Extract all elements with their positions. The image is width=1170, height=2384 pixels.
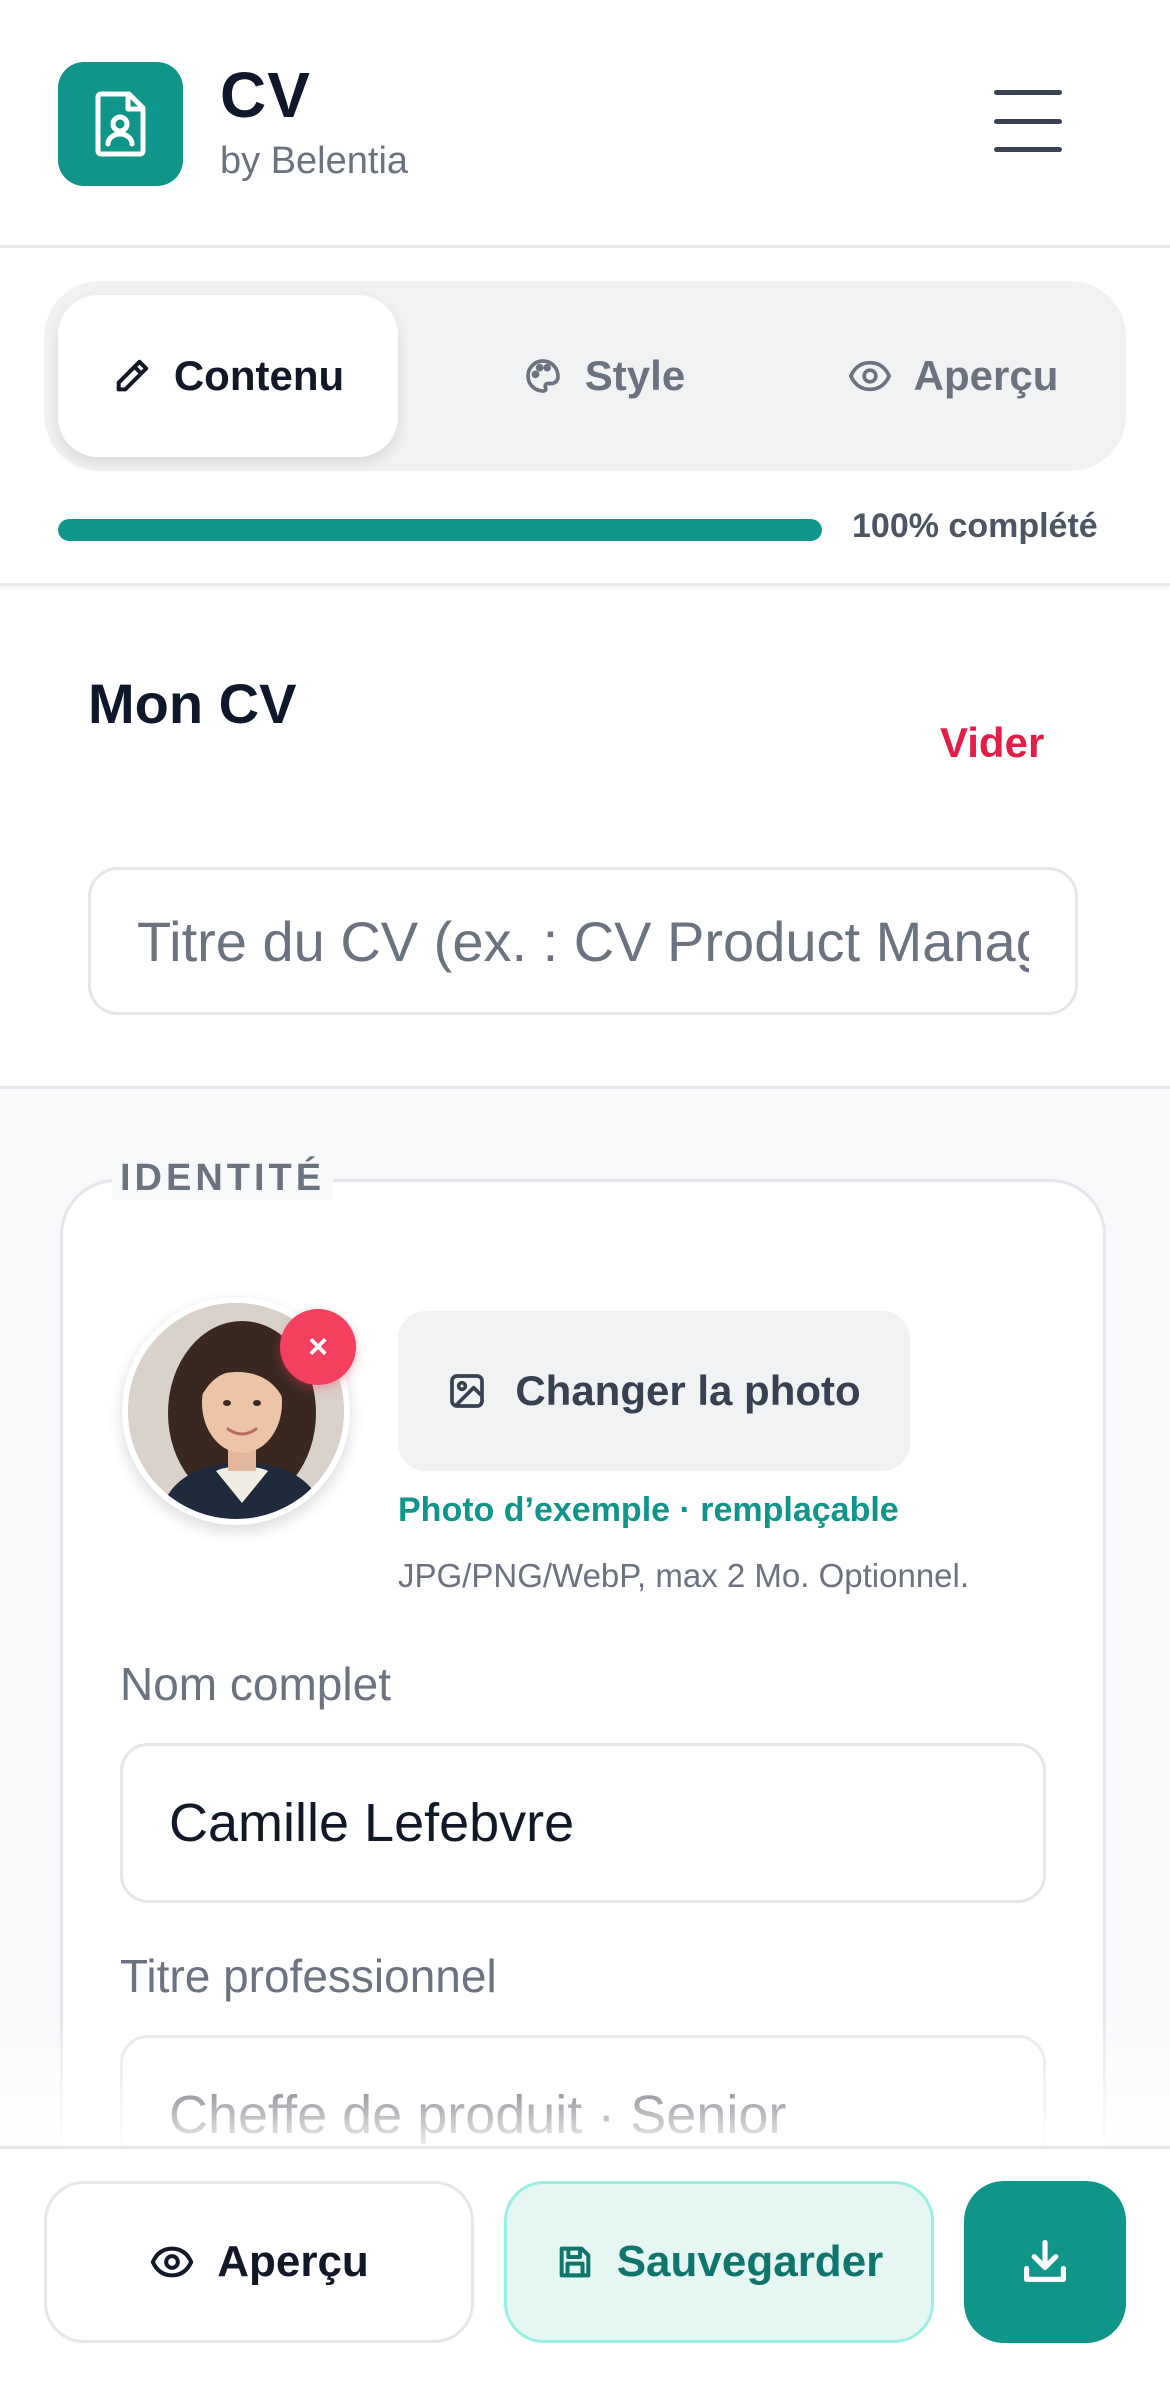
tab-label: Aperçu [913, 352, 1059, 399]
app-logo[interactable] [58, 62, 183, 186]
change-photo-label: Changer la photo [515, 1367, 861, 1414]
identity-section-label: IDENTITÉ [112, 1157, 334, 1200]
progress-bar [58, 519, 822, 541]
preview-button[interactable]: Aperçu [44, 2181, 474, 2343]
editor-content[interactable]: Mon CV Vider IDENTITÉ × Changer la photo… [0, 589, 1170, 2149]
cv-title-input[interactable] [88, 867, 1078, 1015]
editor-toolbar: Contenu Style Aperçu 100% complété [0, 251, 1170, 586]
save-icon [559, 2246, 591, 2278]
clear-button[interactable]: Vider [940, 719, 1044, 767]
image-icon [450, 1374, 485, 1408]
download-button[interactable] [964, 2181, 1126, 2343]
save-button-label: Sauvegarder [616, 2237, 884, 2286]
app-subtitle: by Belentia [220, 140, 409, 182]
document-person-icon [95, 91, 145, 157]
full-name-label: Nom complet [120, 1658, 391, 1710]
tab-contenu[interactable]: Contenu [58, 295, 398, 457]
tab-style[interactable]: Style [434, 295, 774, 457]
progress-label: 100% complété [852, 507, 1098, 545]
pencil-icon [116, 359, 149, 392]
hamburger-menu-icon[interactable] [986, 90, 1070, 152]
section-title: Mon CV [88, 672, 297, 735]
cv-panel: Mon CV Vider [0, 589, 1170, 1089]
photo-hint: JPG/PNG/WebP, max 2 Mo. Optionnel. [398, 1557, 970, 1594]
tab-apercu[interactable]: Aperçu [788, 295, 1118, 457]
tab-label: Style [584, 352, 686, 399]
job-title-label: Titre professionnel [120, 1950, 497, 2002]
palette-icon [526, 359, 560, 393]
eye-icon [848, 360, 891, 392]
photo-note: Photo d’exemple · remplaçable [398, 1491, 899, 1529]
progress-fill [58, 519, 822, 541]
save-button[interactable]: Sauvegarder [504, 2181, 934, 2343]
full-name-input[interactable] [120, 1743, 1046, 1903]
eye-icon [150, 2246, 194, 2278]
app-header: CV by Belentia [0, 0, 1170, 248]
tab-label: Contenu [173, 352, 345, 399]
remove-photo-button[interactable]: × [280, 1309, 356, 1385]
bottom-action-bar: Aperçu Sauvegarder [0, 2146, 1170, 2384]
job-title-input[interactable] [120, 2035, 1046, 2149]
change-photo-button[interactable]: Changer la photo [398, 1311, 910, 1471]
tab-bar: Contenu Style Aperçu [44, 281, 1126, 471]
preview-button-label: Aperçu [217, 2237, 369, 2286]
download-icon [1023, 2239, 1067, 2282]
app-title: CV [220, 59, 311, 131]
